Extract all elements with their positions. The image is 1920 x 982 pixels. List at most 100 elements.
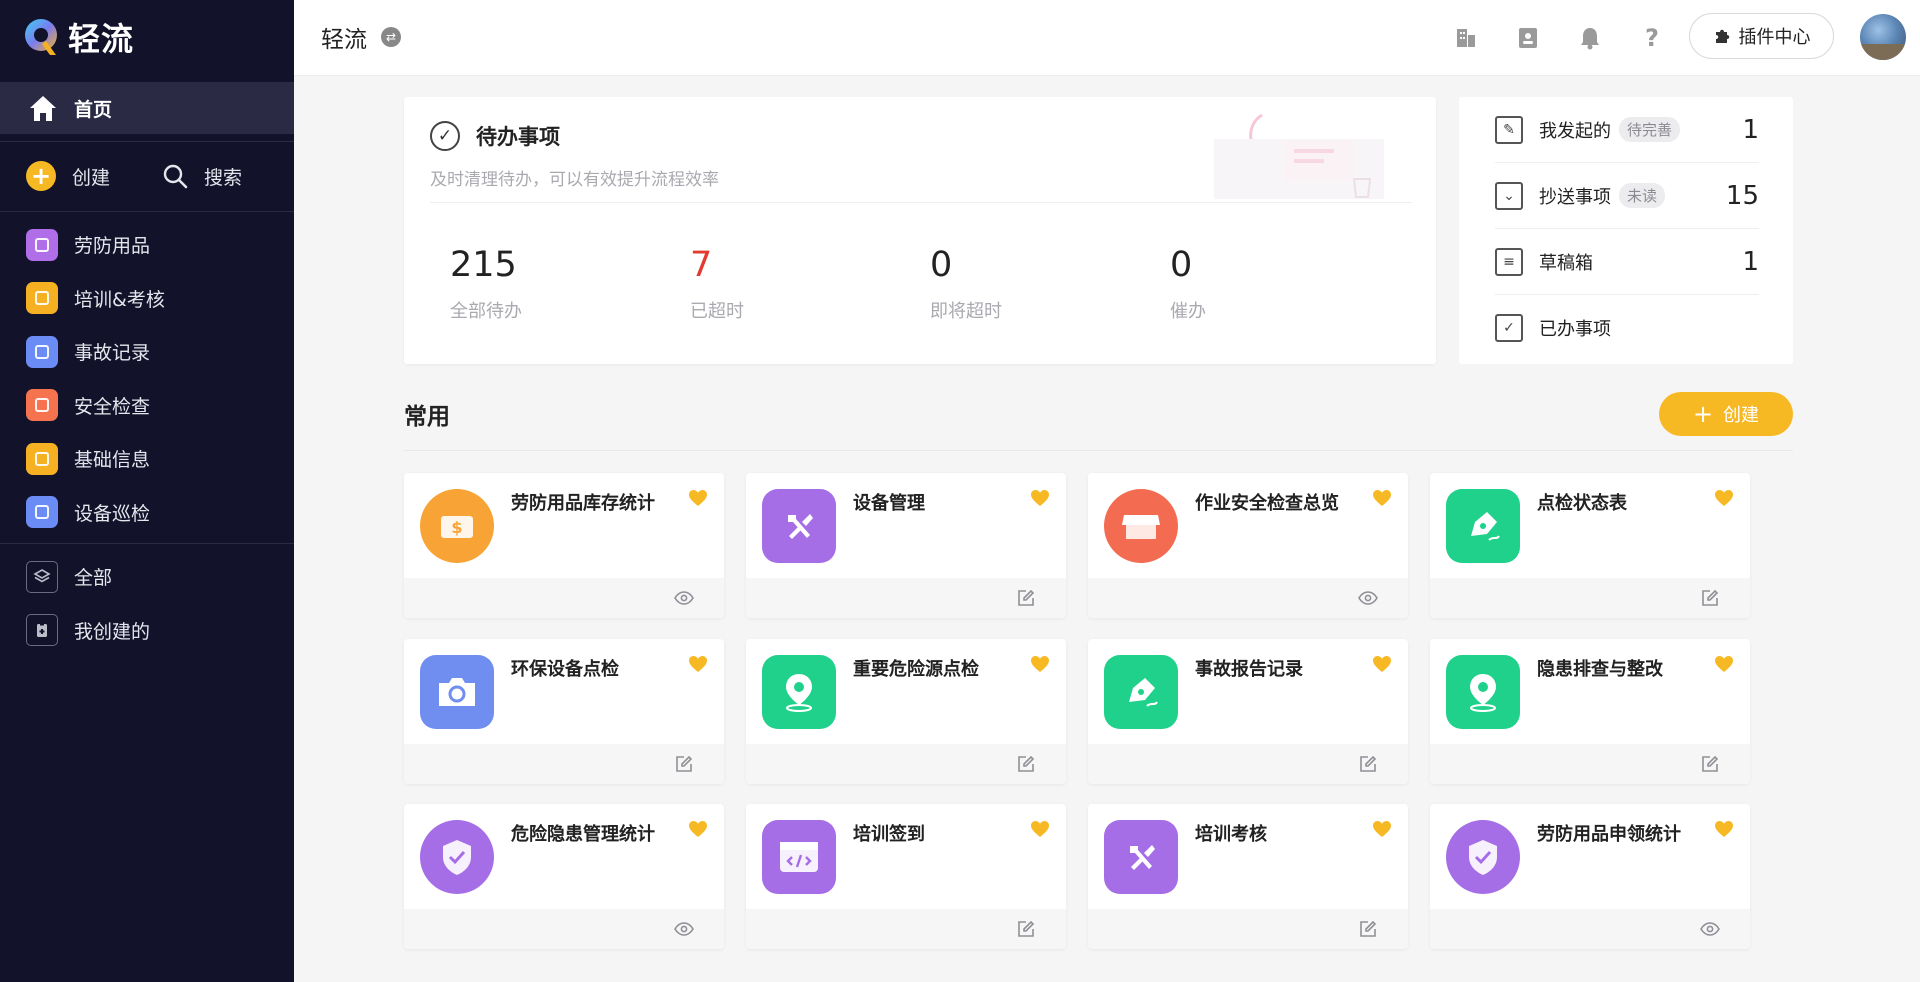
stat-label: 已超时: [690, 301, 744, 322]
sidebar-create-button[interactable]: + 创建: [26, 161, 110, 191]
sidebar-item-app[interactable]: 基础信息: [0, 432, 294, 486]
favorite-heart-icon[interactable]: [1372, 820, 1392, 841]
sidebar-item-app[interactable]: 设备巡检: [0, 486, 294, 540]
create-button[interactable]: + 创建: [1659, 392, 1793, 436]
app-card-title: 危险隐患管理统计: [511, 824, 655, 845]
row-done[interactable]: ✓ 已办事项: [1495, 295, 1759, 361]
edit-icon[interactable]: [1358, 919, 1378, 939]
favorite-heart-icon[interactable]: [1714, 489, 1734, 510]
moon-illustration: [1194, 105, 1394, 205]
app-icon: [26, 282, 58, 315]
todo-subtitle: 及时清理待办，可以有效提升流程效率: [430, 170, 719, 190]
workspace-title[interactable]: 轻流 ⇄: [321, 20, 401, 54]
edit-icon[interactable]: [1358, 754, 1378, 774]
eye-icon[interactable]: [674, 919, 694, 939]
app-card-title: 隐患排查与整改: [1537, 659, 1663, 680]
app-card-title: 劳防用品申领统计: [1537, 824, 1681, 845]
edit-icon: ✎: [1495, 115, 1523, 144]
edit-icon[interactable]: [1016, 754, 1036, 774]
stat-overdue[interactable]: 7 已超时: [690, 245, 890, 323]
edit-icon[interactable]: [1016, 919, 1036, 939]
sidebar-search-button[interactable]: 搜索: [162, 163, 242, 190]
draft-icon: ≡: [1495, 247, 1523, 276]
eye-icon[interactable]: [674, 588, 694, 608]
favorite-heart-icon[interactable]: [1030, 655, 1050, 676]
app-icon-glyph: [35, 237, 49, 252]
app-card[interactable]: 环保设备点检: [404, 639, 724, 784]
favorite-heart-icon[interactable]: [688, 820, 708, 841]
app-card-footer: [404, 578, 724, 618]
stat-due-soon[interactable]: 0 即将超时: [930, 245, 1130, 323]
app-card[interactable]: 设备管理: [746, 473, 1066, 618]
sidebar-item-all[interactable]: 全部: [0, 550, 294, 604]
svg-text:$: $: [451, 518, 462, 537]
edit-icon[interactable]: [1016, 588, 1036, 608]
app-card[interactable]: 作业安全检查总览: [1088, 473, 1408, 618]
sidebar-item-app[interactable]: 事故记录: [0, 325, 294, 379]
sidebar-item-mine[interactable]: 我创建的: [0, 604, 294, 658]
app-card-footer: [1430, 744, 1750, 784]
app-card-title: 点检状态表: [1537, 493, 1627, 514]
app-card[interactable]: 危险隐患管理统计: [404, 804, 724, 949]
row-drafts[interactable]: ≡ 草稿箱 1: [1495, 229, 1759, 295]
logo[interactable]: 轻流: [22, 14, 134, 60]
inbox-icon: ⌄: [1495, 181, 1523, 210]
app-icon: [26, 228, 58, 261]
eye-icon[interactable]: [1700, 919, 1720, 939]
sidebar-item-home[interactable]: 首页: [0, 82, 294, 134]
favorite-heart-icon[interactable]: [688, 489, 708, 510]
app-card[interactable]: 重要危险源点检: [746, 639, 1066, 784]
help-icon[interactable]: ?: [1636, 22, 1668, 54]
row-label: 我发起的: [1539, 120, 1611, 142]
sidebar-all-label: 全部: [74, 567, 113, 590]
notification-bell-icon[interactable]: [1574, 22, 1606, 54]
favorite-heart-icon[interactable]: [1030, 820, 1050, 841]
favorite-heart-icon[interactable]: [1714, 655, 1734, 676]
stat-all-todo[interactable]: 215 全部待办: [450, 245, 650, 323]
app-card[interactable]: 事故报告记录: [1088, 639, 1408, 784]
edit-icon[interactable]: [1700, 588, 1720, 608]
favorite-heart-icon[interactable]: [688, 655, 708, 676]
organization-icon[interactable]: [1450, 22, 1482, 54]
row-initiated[interactable]: ✎ 我发起的 待完善 1: [1495, 97, 1759, 163]
sidebar-item-label: 劳防用品: [74, 235, 151, 258]
row-cc[interactable]: ⌄ 抄送事项 未读 15: [1495, 163, 1759, 229]
sidebar-item-label: 基础信息: [74, 449, 151, 472]
row-count: 1: [1742, 246, 1759, 277]
app-icon: [26, 389, 58, 422]
app-card[interactable]: 点检状态表: [1430, 473, 1750, 618]
sidebar-item-label: 安全检查: [74, 395, 151, 418]
app-card[interactable]: 培训签到: [746, 804, 1066, 949]
stat-value: 0: [930, 245, 953, 285]
stat-urged[interactable]: 0 催办: [1170, 245, 1370, 323]
user-avatar[interactable]: [1860, 14, 1906, 60]
eye-icon[interactable]: [1358, 588, 1378, 608]
favorite-heart-icon[interactable]: [1030, 489, 1050, 510]
sidebar-mine-label: 我创建的: [74, 620, 151, 643]
app-card[interactable]: $ 劳防用品库存统计: [404, 473, 724, 618]
app-card-footer: [404, 744, 724, 784]
stat-label: 即将超时: [930, 301, 1002, 322]
edit-icon[interactable]: [674, 754, 694, 774]
edit-icon[interactable]: [1700, 754, 1720, 774]
app-card[interactable]: 培训考核: [1088, 804, 1408, 949]
contacts-icon[interactable]: [1512, 22, 1544, 54]
plugin-center-button[interactable]: 插件中心: [1689, 13, 1834, 59]
app-card-footer: [1088, 909, 1408, 949]
app-card[interactable]: 隐患排查与整改: [1430, 639, 1750, 784]
stat-label: 催办: [1170, 301, 1206, 322]
app-card-title: 设备管理: [853, 493, 925, 514]
sidebar: 轻流 首页 + 创建 搜索 劳防用品 培训&考核 事故记录 安全检查 基础信息 设备巡检 …: [0, 0, 294, 982]
sidebar-item-app[interactable]: 安全检查: [0, 379, 294, 433]
app-card-footer: [1430, 909, 1750, 949]
app-card[interactable]: 劳防用品申领统计: [1430, 804, 1750, 949]
app-card-footer: [746, 578, 1066, 618]
favorite-heart-icon[interactable]: [1714, 820, 1734, 841]
layers-icon: [26, 560, 58, 593]
switch-workspace-icon[interactable]: ⇄: [381, 27, 401, 47]
sidebar-item-app[interactable]: 劳防用品: [0, 218, 294, 272]
sidebar-item-app[interactable]: 培训&考核: [0, 272, 294, 326]
favorite-heart-icon[interactable]: [1372, 489, 1392, 510]
sidebar-search-label: 搜索: [204, 166, 243, 189]
favorite-heart-icon[interactable]: [1372, 655, 1392, 676]
